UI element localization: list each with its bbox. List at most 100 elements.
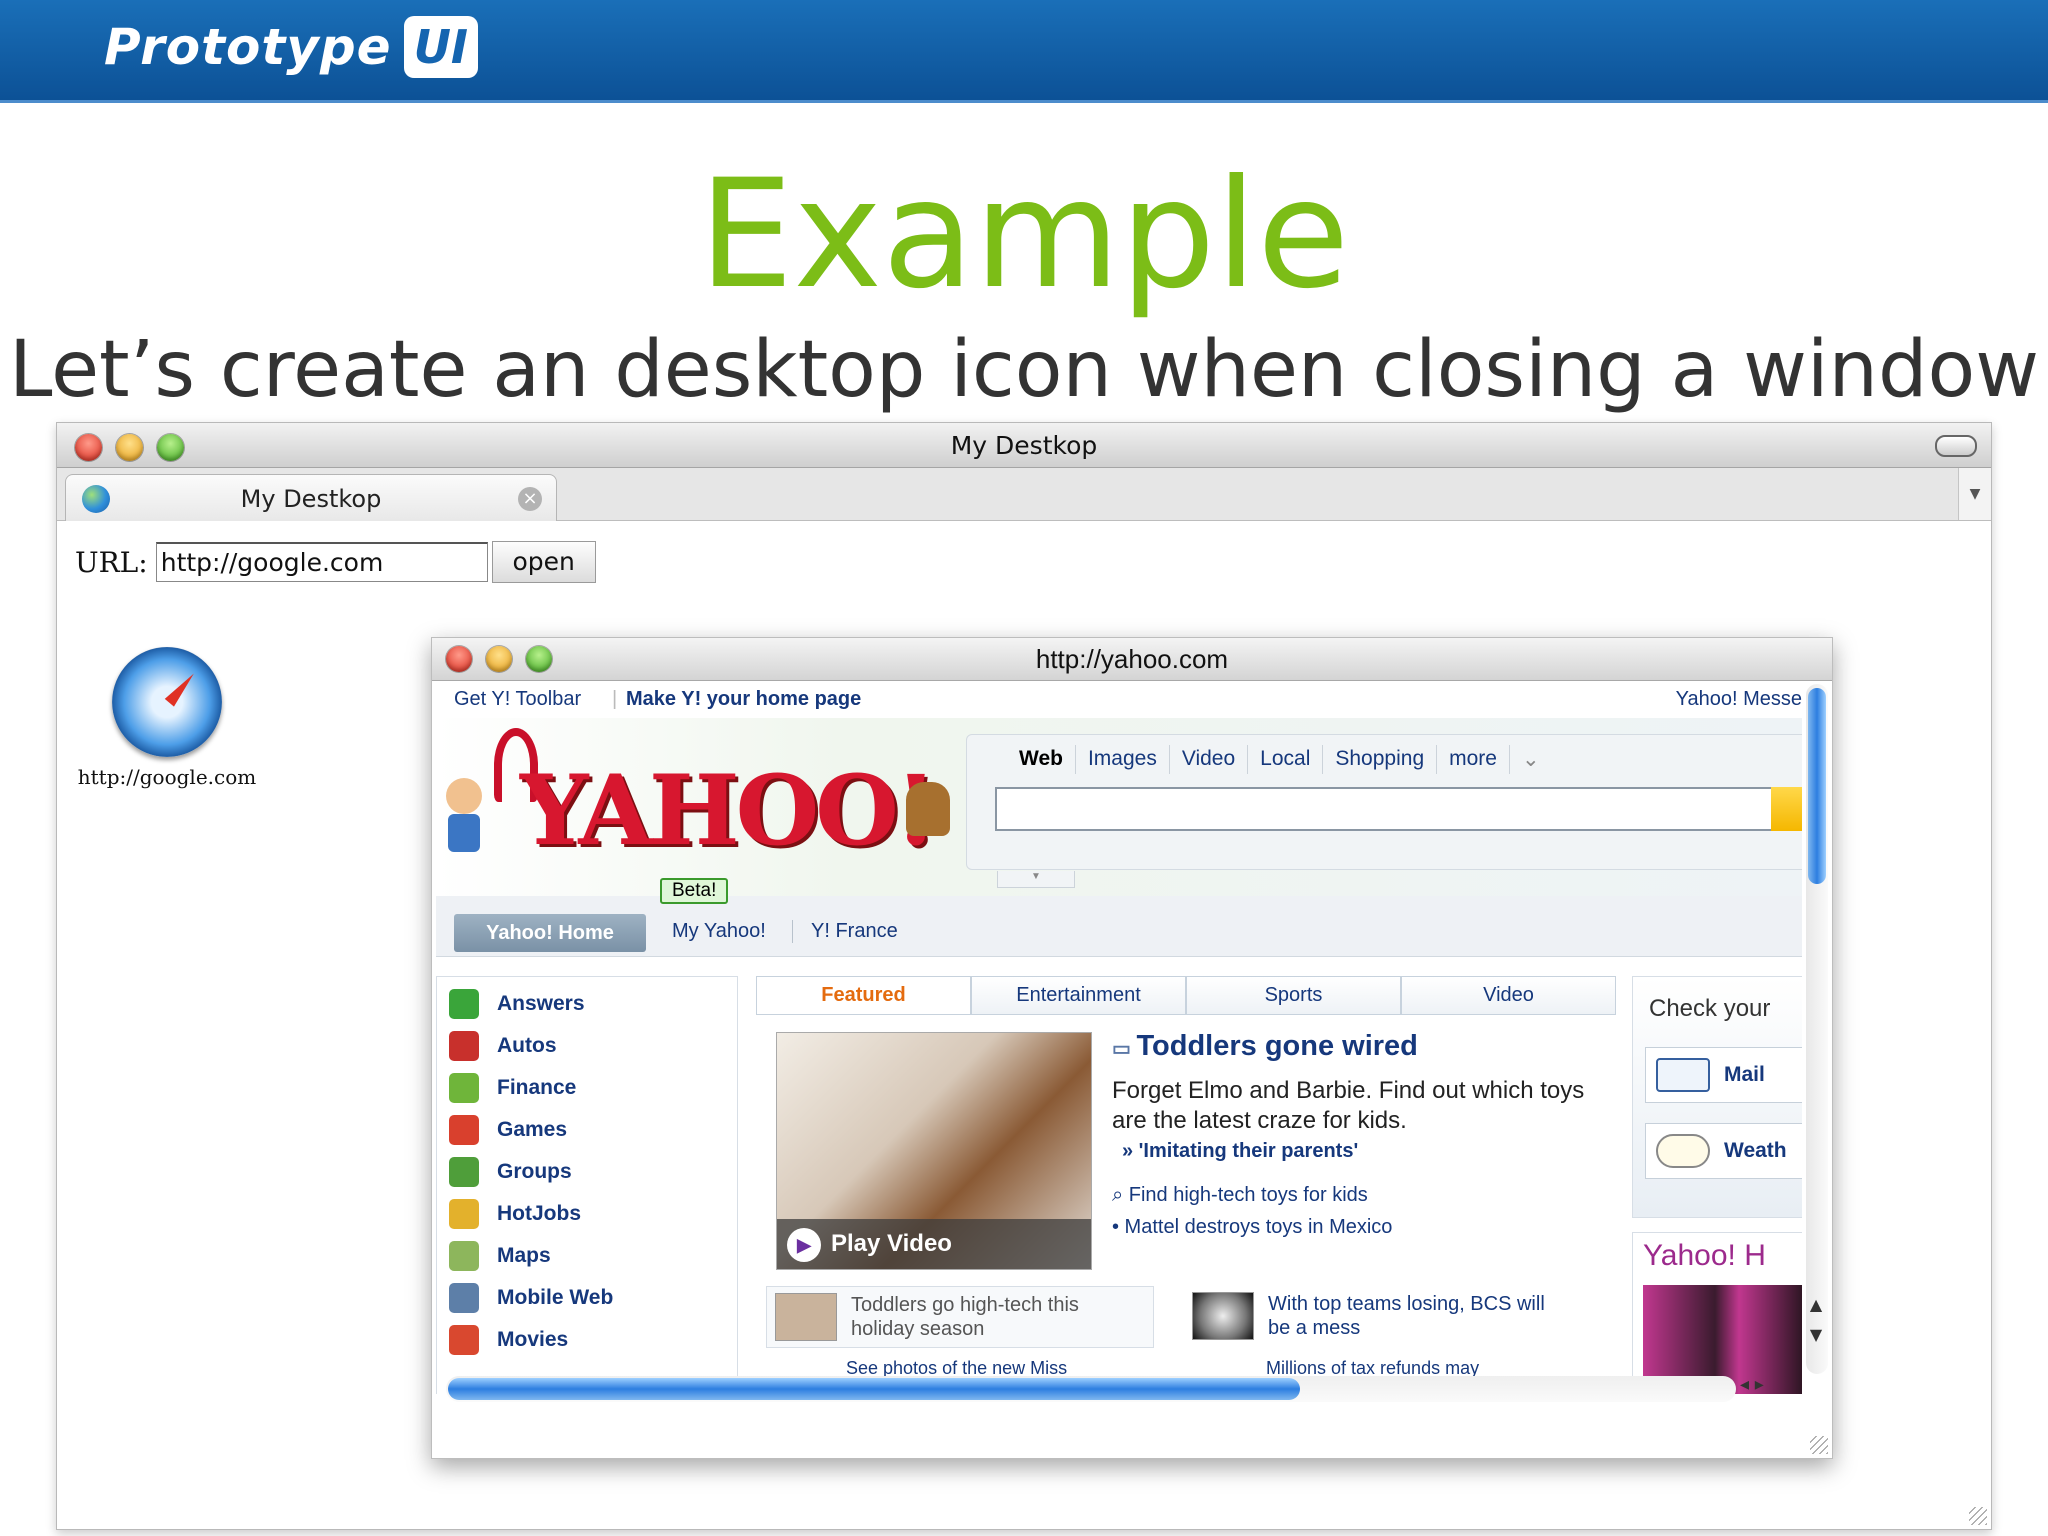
slide-subtitle: Let’s create an desktop icon when closin…	[8, 325, 2040, 415]
mascot-body	[448, 814, 480, 852]
inner-window-title: http://yahoo.com	[1035, 644, 1229, 674]
search-button[interactable]	[1771, 787, 1802, 831]
yahoo-page: Get Y! Toolbar | Make Y! your home page …	[436, 682, 1802, 1394]
featured-headline[interactable]: ▭ Toddlers gone wired	[1112, 1030, 1418, 1063]
story-thumbnail	[1192, 1292, 1254, 1340]
search-input[interactable]	[995, 787, 1775, 831]
toolbar-toggle-icon[interactable]	[1935, 435, 1977, 457]
story-thumbnail	[775, 1293, 837, 1341]
featured-image[interactable]: ▶ Play Video	[776, 1032, 1092, 1270]
dog-mascot-icon	[906, 782, 950, 836]
story-card[interactable]: With top teams losing, BCS will be a mes…	[1184, 1286, 1584, 1346]
tab-menu-icon[interactable]: ▼	[1958, 468, 1991, 520]
mail-button[interactable]: Mail	[1645, 1047, 1802, 1103]
featured-body: Forget Elmo and Barbie. Find out which t…	[1112, 1077, 1585, 1134]
list-item[interactable]: Autos	[449, 1025, 557, 1067]
featured-link-1[interactable]: ⌕ Find high-tech toys for kids	[1112, 1184, 1368, 1207]
featured-quote-link[interactable]: » 'Imitating their parents'	[1122, 1140, 1358, 1163]
url-input[interactable]	[155, 542, 488, 582]
autos-icon	[449, 1031, 479, 1061]
services-list: Answers Autos Finance Games Groups HotJo…	[436, 976, 738, 1394]
resize-grip-icon[interactable]	[1810, 1436, 1828, 1454]
mobile-icon	[449, 1283, 479, 1313]
horizontal-arrows-icon[interactable]: ◂ ▸	[1740, 1374, 1764, 1395]
list-item[interactable]: Games	[449, 1109, 567, 1151]
url-row: URL: open	[75, 541, 596, 583]
chevron-down-icon[interactable]: ⌄	[1510, 745, 1552, 774]
outer-window-titlebar[interactable]: My Destkop	[57, 423, 1991, 468]
desktop-icon[interactable]: http://google.com	[77, 647, 257, 789]
search-tab-images[interactable]: Images	[1076, 745, 1170, 774]
camera-icon: ▭	[1112, 1038, 1137, 1060]
inner-window-titlebar[interactable]: http://yahoo.com	[432, 638, 1832, 681]
my-yahoo-link[interactable]: My Yahoo!	[672, 920, 766, 943]
search-tab-web[interactable]: Web	[1007, 745, 1076, 774]
yahoo-top-links: Get Y! Toolbar | Make Y! your home page …	[436, 682, 1802, 719]
search-tab-local[interactable]: Local	[1248, 745, 1324, 774]
resize-grip-icon[interactable]	[1969, 1507, 1987, 1525]
weather-button[interactable]: Weath	[1645, 1123, 1802, 1179]
tab-bar: My Destkop × ▼	[57, 468, 1991, 521]
story-text: Toddlers go high-tech this holiday seaso…	[851, 1294, 1079, 1340]
outer-window: My Destkop My Destkop × ▼ URL: open http…	[56, 422, 1992, 1530]
search-icon: ⌕	[1112, 1184, 1129, 1206]
story-text: With top teams losing, BCS will be a mes…	[1268, 1293, 1545, 1339]
featured-panel: Featured Entertainment Sports Video ▶ Pla…	[756, 976, 1616, 1394]
search-tab-shopping[interactable]: Shopping	[1323, 745, 1438, 774]
featured-link-2[interactable]: • Mattel destroys toys in Mexico	[1112, 1216, 1392, 1239]
search-area: Web Images Video Local Shopping more ⌄ ▼	[966, 734, 1802, 888]
search-tab-video[interactable]: Video	[1170, 745, 1249, 774]
expand-icon[interactable]: ▼	[997, 871, 1075, 888]
search-tab-more[interactable]: more	[1437, 745, 1510, 774]
scroll-arrows-icon[interactable]: ▲ ▼	[1806, 1290, 1826, 1350]
mail-icon	[1656, 1058, 1710, 1093]
url-label: URL:	[75, 545, 148, 579]
tab-sports[interactable]: Sports	[1186, 976, 1401, 1014]
vertical-scrollbar[interactable]	[1806, 684, 1828, 1374]
tab-video[interactable]: Video	[1401, 976, 1616, 1014]
beta-badge: Beta!	[660, 878, 729, 904]
list-item[interactable]: Movies	[449, 1319, 568, 1361]
scroll-thumb[interactable]	[1808, 688, 1826, 884]
list-item[interactable]: Finance	[449, 1067, 576, 1109]
yahoo-home-button[interactable]: Yahoo! Home	[454, 914, 646, 952]
weather-icon	[1656, 1134, 1710, 1169]
list-item[interactable]: Groups	[449, 1151, 572, 1193]
prototype-ui-logo: Prototype UI	[104, 12, 479, 82]
yahoo-logo[interactable]: YAHOO!	[520, 754, 937, 867]
list-item[interactable]: Mobile Web	[449, 1277, 613, 1319]
tab-close-icon[interactable]: ×	[518, 487, 542, 511]
open-button[interactable]: open	[491, 541, 596, 583]
safari-icon	[112, 647, 222, 757]
featured-tabs: Featured Entertainment Sports Video	[756, 976, 1616, 1015]
tab-entertainment[interactable]: Entertainment	[971, 976, 1186, 1014]
homepage-link[interactable]: Make Y! your home page	[626, 688, 861, 711]
tab-my-desktop[interactable]: My Destkop ×	[65, 474, 557, 521]
mascot-head	[446, 778, 482, 814]
tab-label: My Destkop	[240, 485, 382, 513]
logo-badge: UI	[403, 16, 479, 78]
list-item[interactable]: HotJobs	[449, 1193, 581, 1235]
desktop-icon-label: http://google.com	[77, 765, 257, 789]
toolbar-link[interactable]: Get Y! Toolbar	[454, 688, 581, 711]
check-heading: Check your	[1649, 995, 1771, 1022]
divider: |	[612, 688, 618, 710]
list-item[interactable]: Maps	[449, 1235, 551, 1277]
maps-icon	[449, 1241, 479, 1271]
france-link[interactable]: Y! France	[792, 920, 898, 943]
scroll-thumb[interactable]	[448, 1378, 1300, 1400]
header-bar: Prototype UI	[0, 0, 2048, 103]
list-item[interactable]: Answers	[449, 983, 585, 1025]
play-icon: ▶	[787, 1227, 821, 1262]
horizontal-scrollbar[interactable]	[446, 1376, 1736, 1402]
play-video-button[interactable]: ▶ Play Video	[777, 1219, 1091, 1269]
tab-featured[interactable]: Featured	[756, 976, 971, 1014]
search-tabs: Web Images Video Local Shopping more ⌄	[1007, 745, 1552, 774]
inner-window: http://yahoo.com Get Y! Toolbar | Make Y…	[431, 637, 1833, 1459]
messenger-link[interactable]: Yahoo! Messe	[1676, 688, 1802, 711]
finance-icon	[449, 1073, 479, 1103]
yahoo-nav: Yahoo! Home Beta! My Yahoo! Y! France	[436, 878, 1802, 957]
story-card[interactable]: Toddlers go high-tech this holiday seaso…	[766, 1286, 1154, 1348]
check-panel: Check your Mail Weath	[1632, 976, 1802, 1218]
promo-box[interactable]: Yahoo! H	[1632, 1232, 1802, 1394]
